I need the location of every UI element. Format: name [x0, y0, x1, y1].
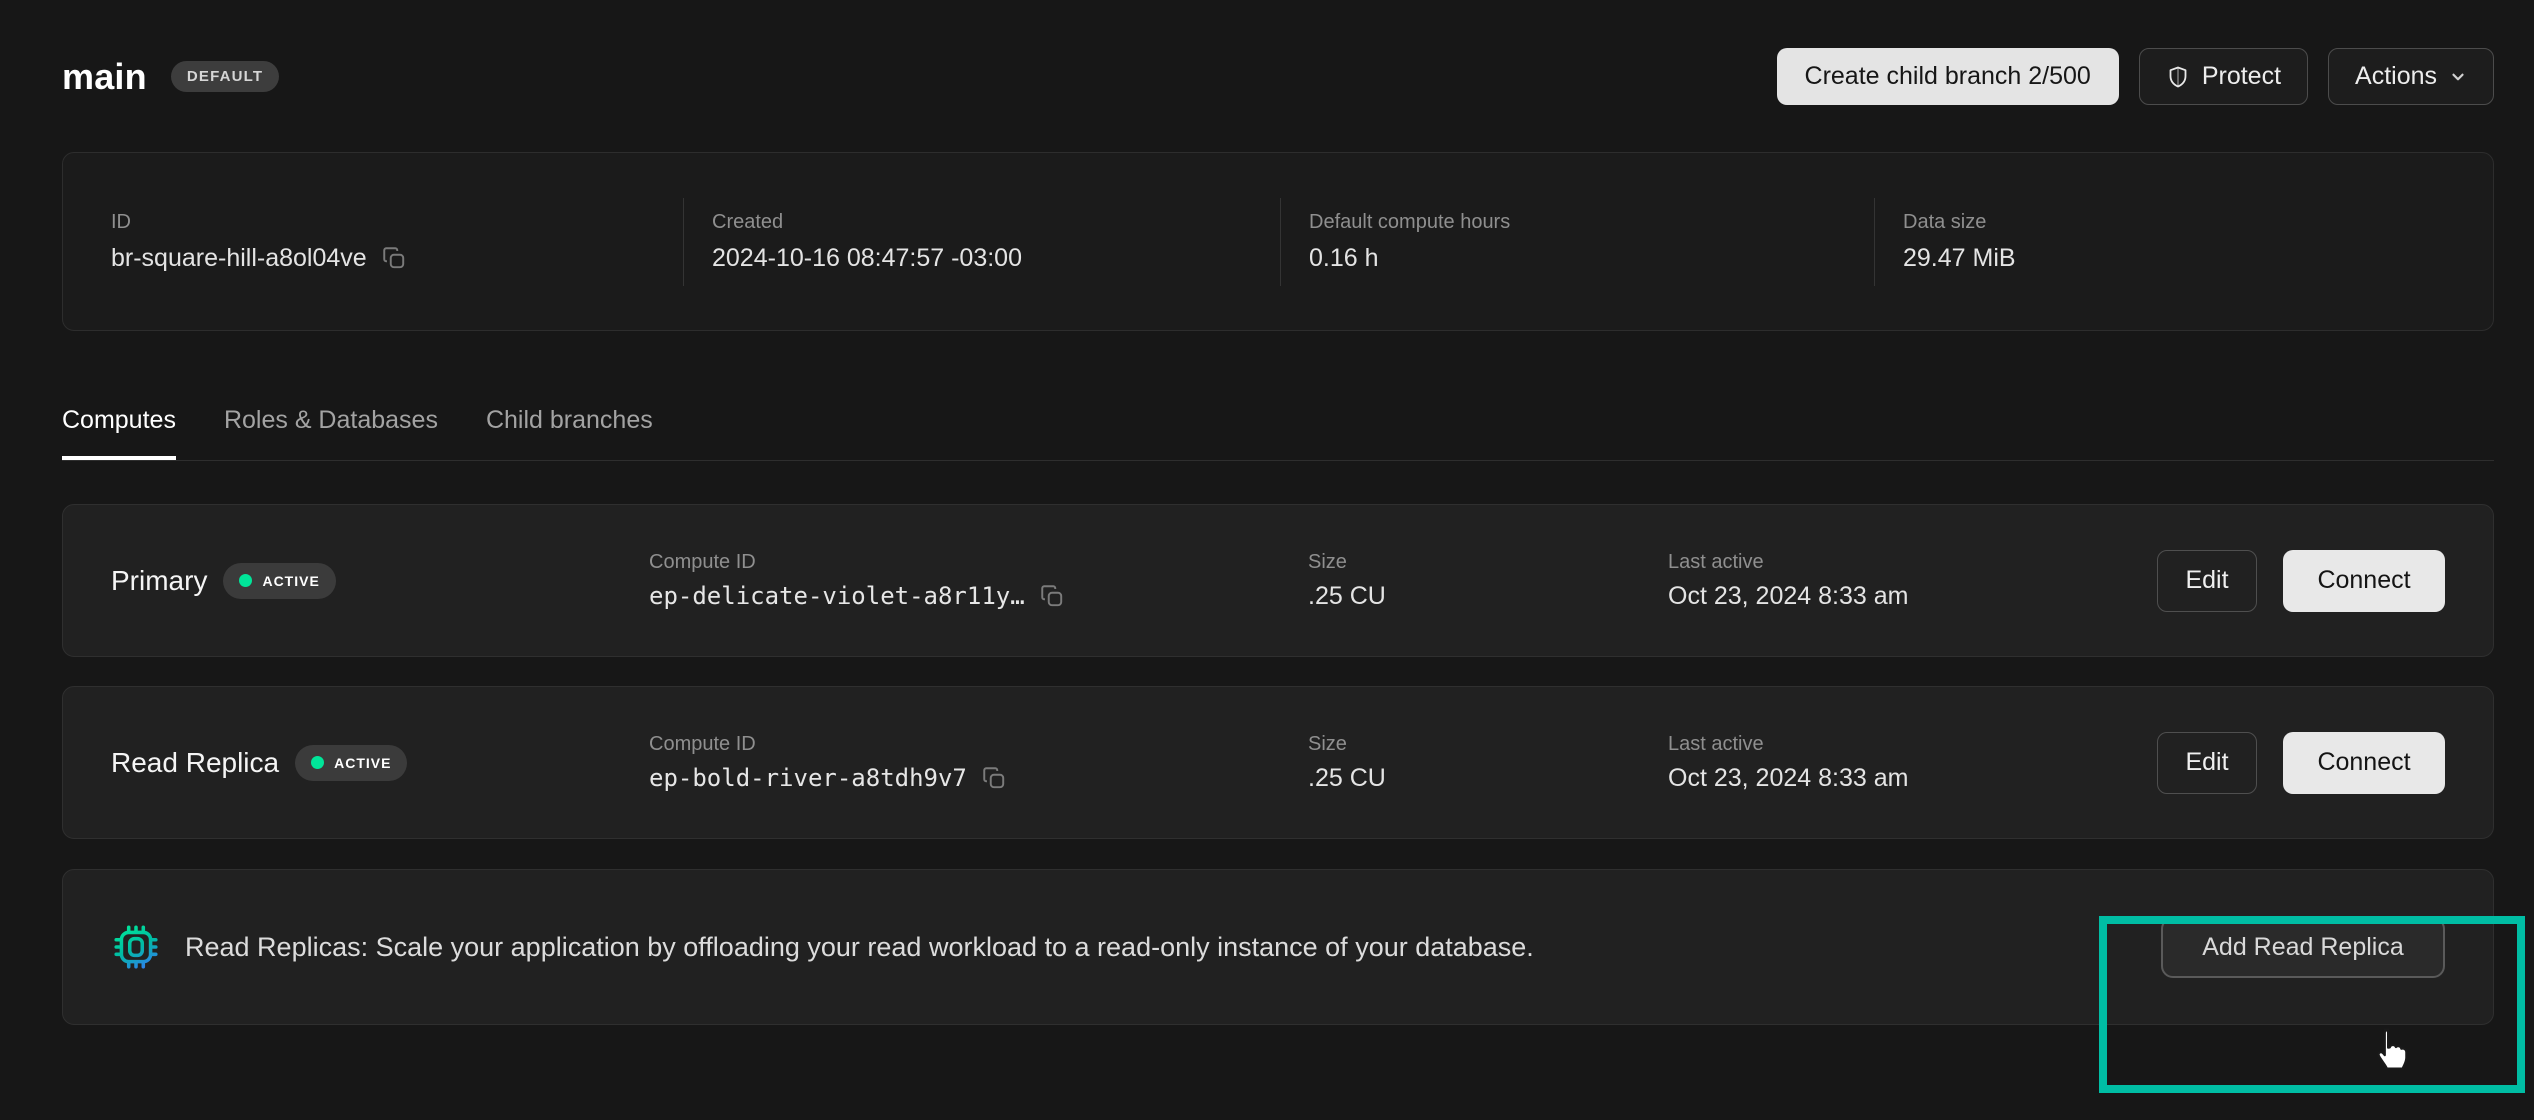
protect-button-label: Protect — [2202, 62, 2281, 91]
cursor-pointer-icon — [2368, 1026, 2414, 1079]
actions-button-label: Actions — [2355, 62, 2437, 91]
compute-id-value: ep-bold-river-a8tdh9v7 — [649, 764, 967, 792]
status-badge: ACTIVE — [223, 563, 335, 599]
connect-button[interactable]: Connect — [2283, 732, 2445, 794]
protect-button[interactable]: Protect — [2139, 48, 2308, 105]
size-value: .25 CU — [1308, 764, 1668, 793]
last-active-label: Last active — [1668, 551, 2157, 574]
tab-computes[interactable]: Computes — [62, 406, 176, 460]
compute-id-label: Compute ID — [649, 733, 1308, 756]
branch-info-card: ID br-square-hill-a8ol04ve Created 2024-… — [62, 152, 2494, 331]
last-active-value: Oct 23, 2024 8:33 am — [1668, 764, 2157, 793]
size-value: .25 CU — [1308, 582, 1668, 611]
read-replica-banner: Read Replicas: Scale your application by… — [62, 869, 2494, 1025]
status-badge: ACTIVE — [295, 745, 407, 781]
branch-id-label: ID — [111, 211, 683, 234]
edit-button[interactable]: Edit — [2157, 732, 2257, 794]
chip-icon — [111, 922, 161, 972]
tab-roles-databases[interactable]: Roles & Databases — [224, 406, 438, 460]
default-badge: DEFAULT — [171, 61, 279, 92]
size-label: Size — [1308, 551, 1668, 574]
default-compute-hours-field: Default compute hours 0.16 h — [1281, 153, 1874, 330]
created-field: Created 2024-10-16 08:47:57 -03:00 — [684, 153, 1280, 330]
shield-icon — [2166, 64, 2190, 90]
compute-name: Read Replica — [111, 747, 279, 779]
status-text: ACTIVE — [334, 755, 391, 771]
compute-row-primary: Primary ACTIVE Compute ID ep-delicate-vi… — [62, 504, 2494, 657]
branch-id-field: ID br-square-hill-a8ol04ve — [63, 153, 683, 330]
page-title: main — [62, 56, 147, 98]
tab-child-branches[interactable]: Child branches — [486, 406, 653, 460]
header-actions: Create child branch 2/500 Protect Action… — [1777, 48, 2494, 105]
create-child-branch-button[interactable]: Create child branch 2/500 — [1777, 48, 2119, 105]
data-size-label: Data size — [1903, 211, 2493, 234]
compute-id-value: ep-delicate-violet-a8r11y… — [649, 582, 1025, 610]
actions-button[interactable]: Actions — [2328, 48, 2494, 105]
status-text: ACTIVE — [262, 573, 319, 589]
created-value: 2024-10-16 08:47:57 -03:00 — [712, 244, 1280, 273]
add-read-replica-button[interactable]: Add Read Replica — [2161, 917, 2445, 978]
connect-button[interactable]: Connect — [2283, 550, 2445, 612]
chevron-down-icon — [2449, 68, 2467, 86]
page-header: main DEFAULT Create child branch 2/500 P… — [62, 48, 2494, 105]
default-compute-hours-label: Default compute hours — [1309, 211, 1874, 234]
last-active-value: Oct 23, 2024 8:33 am — [1668, 582, 2157, 611]
size-label: Size — [1308, 733, 1668, 756]
default-compute-hours-value: 0.16 h — [1309, 244, 1874, 273]
status-dot-icon — [311, 756, 324, 769]
title-group: main DEFAULT — [62, 56, 279, 98]
read-replica-description: Read Replicas: Scale your application by… — [185, 932, 1534, 963]
copy-icon[interactable] — [381, 245, 407, 271]
compute-id-label: Compute ID — [649, 551, 1308, 574]
edit-button[interactable]: Edit — [2157, 550, 2257, 612]
branch-tabs: Computes Roles & Databases Child branche… — [62, 406, 2494, 461]
copy-icon[interactable] — [1039, 583, 1065, 609]
last-active-label: Last active — [1668, 733, 2157, 756]
data-size-field: Data size 29.47 MiB — [1875, 153, 2493, 330]
compute-name: Primary — [111, 565, 207, 597]
copy-icon[interactable] — [981, 765, 1007, 791]
branch-id-value: br-square-hill-a8ol04ve — [111, 244, 367, 273]
status-dot-icon — [239, 574, 252, 587]
created-label: Created — [712, 211, 1280, 234]
branch-page: main DEFAULT Create child branch 2/500 P… — [0, 48, 2534, 1025]
compute-row-read-replica: Read Replica ACTIVE Compute ID ep-bold-r… — [62, 686, 2494, 839]
data-size-value: 29.47 MiB — [1903, 244, 2493, 273]
